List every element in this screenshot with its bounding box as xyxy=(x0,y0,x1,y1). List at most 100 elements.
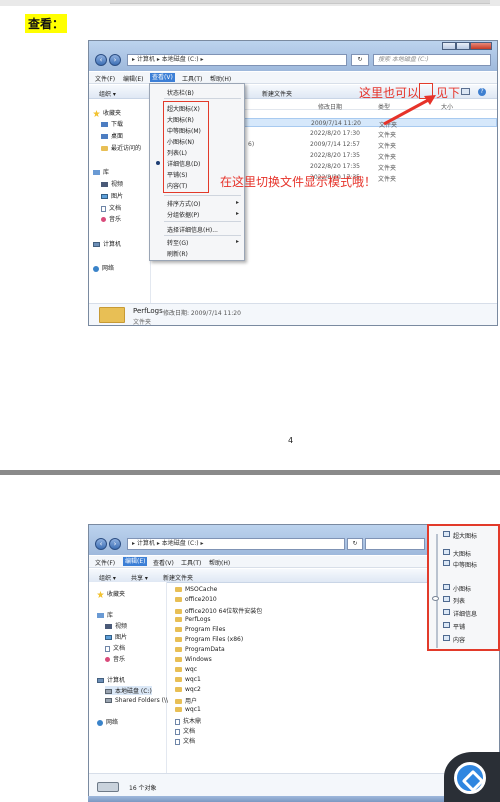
list-item[interactable]: wqc1 xyxy=(175,676,201,683)
view-option-details[interactable]: 详细信息 xyxy=(453,609,477,618)
nav-downloads[interactable]: 下载 xyxy=(101,119,123,128)
submenu-arrow-icon: ▸ xyxy=(235,210,239,217)
nav-documents[interactable]: 文档 xyxy=(105,643,125,652)
menu-tools[interactable]: 工具(T) xyxy=(181,558,201,567)
nav-pictures[interactable]: 图片 xyxy=(105,632,127,641)
view-option-content[interactable]: 内容 xyxy=(453,635,465,644)
list-item[interactable]: 文档 xyxy=(175,726,195,735)
nav-favorites[interactable]: 收藏夹 xyxy=(93,108,121,117)
list-item[interactable]: wqc xyxy=(175,666,197,673)
nav-computer[interactable]: 计算机 xyxy=(97,675,125,684)
view-slider-track[interactable] xyxy=(436,534,438,648)
address-bar[interactable]: ▸ 计算机 ▸ 本地磁盘 (C:) ▸ xyxy=(127,538,345,550)
menu-file[interactable]: 文件(F) xyxy=(95,558,115,567)
library-icon xyxy=(93,170,100,175)
nav-favorites[interactable]: 收藏夹 xyxy=(97,589,125,598)
page-divider xyxy=(0,470,500,475)
breadcrumb-computer[interactable]: 计算机 xyxy=(137,56,155,63)
nav-recent[interactable]: 最近访问的 xyxy=(101,143,141,152)
list-item[interactable]: 用户 xyxy=(175,696,197,705)
menu-view[interactable]: 查看(V) xyxy=(150,73,175,82)
list-item[interactable]: Program Files xyxy=(175,626,225,633)
column-date[interactable]: 修改日期 xyxy=(318,102,342,111)
maximize-button[interactable] xyxy=(456,42,470,50)
view-option-medium[interactable]: 中等图标 xyxy=(453,560,477,569)
menu-refresh[interactable]: 刷新(R) xyxy=(167,249,188,258)
refresh-icon[interactable]: ↻ xyxy=(347,538,363,550)
nav-videos[interactable]: 视频 xyxy=(101,179,123,188)
view-option-list[interactable]: 列表 xyxy=(453,596,465,605)
breadcrumb-computer[interactable]: 计算机 xyxy=(137,540,155,547)
view-toggle-icon[interactable] xyxy=(461,88,470,95)
nav-computer[interactable]: 计算机 xyxy=(93,239,121,248)
list-item[interactable]: office2010 xyxy=(175,596,217,603)
menu-choose-details[interactable]: 选择详细信息(H)... xyxy=(167,225,218,234)
menu-tools[interactable]: 工具(T) xyxy=(182,74,202,83)
view-option-extra-large[interactable]: 超大图标 xyxy=(453,531,477,540)
organize-button[interactable]: 组织 ▾ xyxy=(99,89,116,98)
navigation-pane: 收藏夹 下载 桌面 最近访问的 库 视频 图片 文档 音乐 计算机 网络 xyxy=(89,99,151,303)
list-item[interactable]: wqc2 xyxy=(175,686,201,693)
back-icon[interactable]: ‹ xyxy=(95,538,107,550)
minimize-button[interactable] xyxy=(442,42,456,50)
menu-separator xyxy=(164,235,241,236)
nav-libraries[interactable]: 库 xyxy=(97,610,113,619)
folder-icon xyxy=(175,647,182,652)
menu-file[interactable]: 文件(F) xyxy=(95,74,115,83)
taskbar-strip xyxy=(88,796,448,802)
view-option-tiles[interactable]: 平铺 xyxy=(453,622,465,631)
forward-icon[interactable]: › xyxy=(109,538,121,550)
list-item[interactable]: ProgramData xyxy=(175,646,225,653)
nav-local-disk[interactable]: 本地磁盘 (C:) xyxy=(105,686,152,695)
nav-videos[interactable]: 视频 xyxy=(105,621,127,630)
annotation-arrow-icon xyxy=(383,95,436,126)
search-input[interactable] xyxy=(365,538,425,550)
menu-help[interactable]: 帮助(H) xyxy=(209,558,230,567)
details-date: 修改日期: 2009/7/14 11:20 xyxy=(163,310,241,317)
menu-edit[interactable]: 编辑(E) xyxy=(123,74,143,83)
nav-pictures[interactable]: 图片 xyxy=(101,191,123,200)
address-bar[interactable]: ▸ 计算机 ▸ 本地磁盘 (C:) ▸ xyxy=(127,54,347,66)
view-option-small[interactable]: 小图标 xyxy=(453,584,471,593)
nav-documents[interactable]: 文档 xyxy=(101,203,121,212)
list-item[interactable]: 文档 xyxy=(175,736,195,745)
list-item[interactable]: office2010 64位软件安装包 xyxy=(175,606,262,615)
menu-go-to[interactable]: 转至(G) xyxy=(167,238,188,247)
list-item[interactable]: 抗木鼎 xyxy=(175,716,201,725)
navigation-pane: 收藏夹 库 视频 图片 文档 音乐 计算机 本地磁盘 (C:) Shared F… xyxy=(89,582,168,773)
refresh-icon[interactable]: ↻ xyxy=(351,54,369,66)
nav-music[interactable]: 音乐 xyxy=(101,214,121,223)
list-item[interactable]: Program Files (x86) xyxy=(175,636,243,643)
search-input[interactable]: 搜索 本地磁盘 (C:) xyxy=(373,54,491,66)
view-slider-handle[interactable] xyxy=(432,596,439,601)
breadcrumb-drive[interactable]: 本地磁盘 (C:) xyxy=(162,540,199,547)
menu-group-by[interactable]: 分组依据(P) xyxy=(167,210,199,219)
close-button[interactable] xyxy=(470,42,492,50)
list-item[interactable]: Windows xyxy=(175,656,212,663)
help-icon[interactable]: ? xyxy=(478,88,486,96)
nav-libraries[interactable]: 库 xyxy=(93,167,109,176)
column-size[interactable]: 大小 xyxy=(441,102,453,111)
back-icon[interactable]: ‹ xyxy=(95,54,107,66)
nav-network[interactable]: 网络 xyxy=(97,717,118,726)
nav-desktop[interactable]: 桌面 xyxy=(101,131,123,140)
list-item[interactable]: PerfLogs xyxy=(175,616,211,623)
organize-button[interactable]: 组织 ▾ xyxy=(99,573,116,582)
new-folder-button[interactable]: 新建文件夹 xyxy=(262,89,292,98)
breadcrumb-drive[interactable]: 本地磁盘 (C:) xyxy=(162,56,199,63)
share-button[interactable]: 共享 ▾ xyxy=(131,573,148,582)
forward-icon[interactable]: › xyxy=(109,54,121,66)
nav-network[interactable]: 网络 xyxy=(93,263,114,272)
view-option-large[interactable]: 大图标 xyxy=(453,549,471,558)
list-item[interactable]: MSOCache xyxy=(175,586,217,593)
list-item[interactable]: wqc1 xyxy=(175,706,201,713)
menu-view[interactable]: 查看(V) xyxy=(153,558,174,567)
nav-shared-folders[interactable]: Shared Folders (\\ xyxy=(105,697,168,704)
menu-status-bar[interactable]: 状态栏(B) xyxy=(167,88,194,97)
new-folder-button[interactable]: 新建文件夹 xyxy=(163,573,193,582)
menu-edit[interactable]: 编辑(E) xyxy=(123,557,148,566)
menu-help[interactable]: 帮助(H) xyxy=(210,74,231,83)
menu-sort-by[interactable]: 排序方式(O) xyxy=(167,199,200,208)
app-badge[interactable] xyxy=(444,752,500,802)
nav-music[interactable]: 音乐 xyxy=(105,654,125,663)
